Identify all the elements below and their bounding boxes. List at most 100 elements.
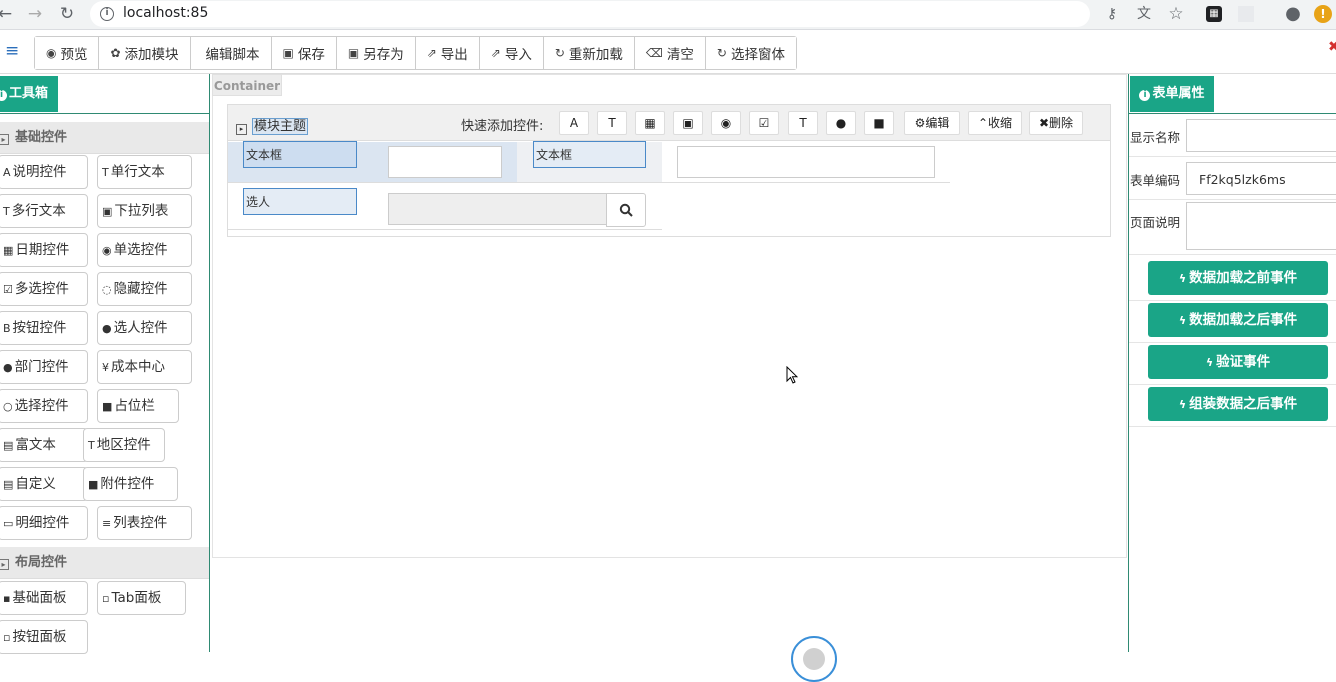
- prop-input-1[interactable]: Ff2kq5lzk6ms: [1186, 162, 1336, 195]
- event-button-3[interactable]: ϟ 组装数据之后事件: [1148, 387, 1328, 421]
- translate-icon[interactable]: 文: [1134, 4, 1154, 24]
- control-icon: A: [3, 166, 11, 179]
- extension-icon[interactable]: ▦: [1206, 6, 1222, 22]
- toolbar-button-4[interactable]: ▣ 另存为: [336, 37, 416, 69]
- info-icon[interactable]: i: [100, 7, 114, 21]
- quick-add-button-4[interactable]: ◉: [711, 111, 741, 135]
- cubes-icon: ✿: [110, 46, 121, 60]
- tool-16[interactable]: ▤ 自定义: [0, 467, 88, 501]
- export-icon: ⇗: [426, 46, 437, 60]
- basic-controls-header[interactable]: ▸ 基础控件: [0, 122, 209, 154]
- quick-add-button-0[interactable]: A: [559, 111, 589, 135]
- user-picker-input[interactable]: [388, 193, 608, 225]
- field-label-textbox-2[interactable]: 文本框: [533, 141, 646, 168]
- designer-toolbar: ≡ ◉ 预览 ✿ 添加模块 编辑脚本 ▣ 保存 ▣ 另存为 ⇗ 导出 ⇗ 导入 ↻ 重新加载 ⌫ 清空 ↻ 选择窗体…: [0, 31, 1336, 74]
- quick-add-button-5[interactable]: ☑: [749, 111, 779, 135]
- tool-3[interactable]: ▣ 下拉列表: [97, 194, 192, 228]
- event-button-0[interactable]: ϟ 数据加载之前事件: [1148, 261, 1328, 295]
- reload-icon[interactable]: ↻: [56, 3, 78, 25]
- menu-icon[interactable]: ≡: [5, 41, 19, 61]
- profile-icon[interactable]: ●: [1283, 4, 1303, 24]
- quick-add-button-6[interactable]: T: [788, 111, 818, 135]
- toolbar-button-0[interactable]: ◉ 预览: [35, 37, 100, 69]
- close-icon[interactable]: ✖: [1328, 39, 1336, 55]
- toolbar-button-1[interactable]: ✿ 添加模块: [99, 37, 191, 69]
- toolbar-button-2[interactable]: 编辑脚本: [190, 37, 272, 69]
- prop-input-2[interactable]: [1186, 202, 1336, 250]
- control-icon: ¥: [102, 361, 109, 374]
- key-icon[interactable]: ⚷: [1102, 4, 1122, 24]
- tool-0[interactable]: A 说明控件: [0, 155, 88, 189]
- control-icon: T: [3, 205, 10, 218]
- module-panel[interactable]: ▸ 模块主题 快速添加控件: A T ▦ ▣ ◉ ☑ T ● ■ ⚙编辑 ⌃收缩 ✖删除 文本框 …: [227, 104, 1111, 237]
- prop-input-0[interactable]: [1186, 119, 1336, 152]
- tool-13[interactable]: ■ 占位栏: [97, 389, 179, 423]
- tool-14[interactable]: ▤ 富文本: [0, 428, 88, 462]
- quick-add-label: 快速添加控件:: [461, 119, 544, 134]
- tool-11[interactable]: ¥ 成本中心: [97, 350, 192, 384]
- back-icon[interactable]: ←: [0, 3, 16, 25]
- quick-add-button-1[interactable]: T: [597, 111, 627, 135]
- toolbar-button-9[interactable]: ↻ 选择窗体: [705, 37, 796, 69]
- module-title[interactable]: ▸ 模块主题: [236, 115, 309, 135]
- quick-add-button-7[interactable]: ●: [826, 111, 856, 135]
- layout-tool-1[interactable]: ▫ Tab面板: [97, 581, 186, 615]
- quick-add-button-8[interactable]: ■: [864, 111, 894, 135]
- forward-icon[interactable]: →: [24, 3, 46, 25]
- control-icon: ●: [3, 361, 13, 374]
- quick-add-button-3[interactable]: ▣: [673, 111, 703, 135]
- toolbar-button-6[interactable]: ⇗ 导入: [479, 37, 544, 69]
- toolbar-button-3[interactable]: ▣ 保存: [271, 37, 337, 69]
- tool-12[interactable]: ○ 选择控件: [0, 389, 88, 423]
- textbox-input-1[interactable]: [388, 146, 502, 178]
- tool-1[interactable]: T 单行文本: [97, 155, 192, 189]
- bolt-icon: ϟ: [1178, 398, 1187, 411]
- tool-19[interactable]: ≡ 列表控件: [97, 506, 192, 540]
- toolbar-button-8[interactable]: ⌫ 清空: [634, 37, 706, 69]
- control-icon: ≡: [102, 517, 112, 530]
- save-as-icon: ▣: [347, 46, 360, 60]
- layout-tool-0[interactable]: ▪ 基础面板: [0, 581, 88, 615]
- tool-15[interactable]: T 地区控件: [83, 428, 165, 462]
- layout-controls-header[interactable]: ▸ 布局控件: [0, 547, 209, 579]
- tool-17[interactable]: ■ 附件控件: [83, 467, 178, 501]
- tool-2[interactable]: T 多行文本: [0, 194, 88, 228]
- extension-placeholder-icon[interactable]: [1238, 6, 1254, 22]
- edit-button[interactable]: ⚙编辑: [904, 111, 960, 135]
- event-button-2[interactable]: ϟ 验证事件: [1148, 345, 1328, 379]
- design-canvas: Container ▸ 模块主题 快速添加控件: A T ▦ ▣ ◉ ☑ T ● ■ ⚙编辑 ⌃收…: [212, 74, 1127, 652]
- toolbar-button-7[interactable]: ↻ 重新加载: [543, 37, 635, 69]
- collapse-button[interactable]: ⌃收缩: [968, 111, 1022, 135]
- toolbox-panel: i 工具箱 ▸ 基础控件 A 说明控件 T 单行文本 T 多行文本 ▣ 下拉列表 ▦ 日期控件 ◉ 单选控…: [0, 74, 210, 654]
- form-properties-tab[interactable]: i 表单属性: [1130, 76, 1214, 112]
- tool-4[interactable]: ▦ 日期控件: [0, 233, 88, 267]
- info-icon: i: [1139, 90, 1151, 101]
- address-bar[interactable]: i localhost:85: [90, 1, 1090, 27]
- toolbox-tab[interactable]: i 工具箱: [0, 76, 58, 112]
- control-icon: B: [3, 322, 11, 335]
- tool-18[interactable]: ▭ 明细控件: [0, 506, 88, 540]
- gear-icon: ⚙: [914, 116, 926, 130]
- control-icon: ■: [102, 400, 113, 413]
- textbox-input-2[interactable]: [677, 146, 935, 178]
- layout-tool-2[interactable]: ▫ 按钮面板: [0, 620, 88, 654]
- star-icon[interactable]: ☆: [1166, 4, 1186, 24]
- delete-button[interactable]: ✖删除: [1029, 111, 1083, 135]
- quick-add-button-2[interactable]: ▦: [635, 111, 665, 135]
- control-icon: ○: [3, 400, 13, 413]
- tool-10[interactable]: ● 部门控件: [0, 350, 88, 384]
- tool-5[interactable]: ◉ 单选控件: [97, 233, 192, 267]
- field-label-textbox-1[interactable]: 文本框: [243, 141, 357, 168]
- update-icon[interactable]: !: [1314, 5, 1332, 23]
- field-label-user-picker[interactable]: 选人: [243, 188, 357, 215]
- control-icon: T: [88, 439, 95, 452]
- user-search-button[interactable]: [606, 193, 646, 227]
- control-icon: ■: [88, 478, 99, 491]
- tool-7[interactable]: ◌ 隐藏控件: [97, 272, 192, 306]
- tool-6[interactable]: ☑ 多选控件: [0, 272, 88, 306]
- toolbar-button-5[interactable]: ⇗ 导出: [415, 37, 480, 69]
- tool-8[interactable]: B 按钮控件: [0, 311, 88, 345]
- control-icon: ●: [102, 322, 112, 335]
- tool-9[interactable]: ● 选人控件: [97, 311, 192, 345]
- event-button-1[interactable]: ϟ 数据加载之后事件: [1148, 303, 1328, 337]
